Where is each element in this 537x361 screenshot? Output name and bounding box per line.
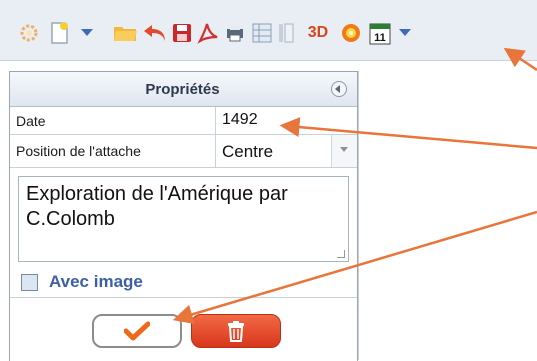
arrow-to-date [279, 117, 537, 150]
annotation-arrows [172, 47, 537, 325]
arrow-to-validate [172, 210, 537, 325]
arrow-to-calendar [503, 47, 537, 72]
